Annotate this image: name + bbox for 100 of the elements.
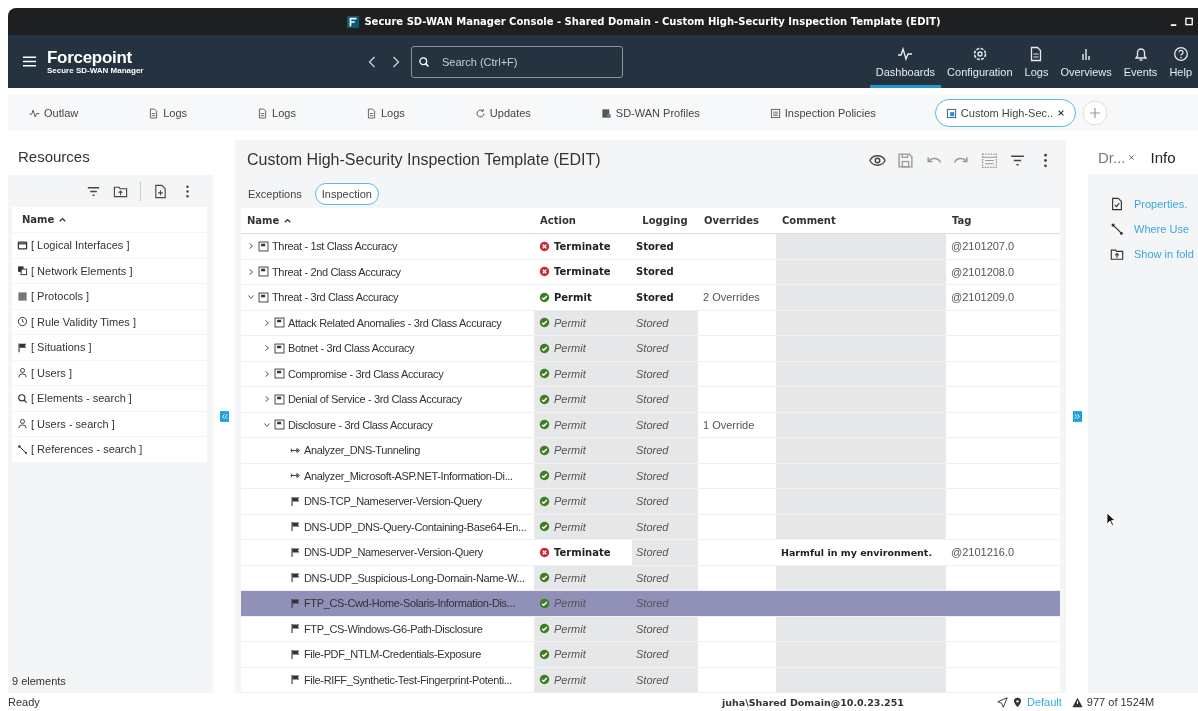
check-circle-icon xyxy=(539,572,550,584)
tab[interactable]: Info xyxy=(1150,148,1176,166)
action-text: Terminate xyxy=(554,240,611,252)
send-icon[interactable] xyxy=(997,696,1008,708)
column-header[interactable]: Tag xyxy=(946,208,1060,233)
resource-item[interactable]: [ Users - search ] xyxy=(12,411,207,436)
calendar-icon[interactable] xyxy=(981,151,998,169)
column-header[interactable]: Comment xyxy=(776,208,946,233)
collapse-left-icon[interactable] xyxy=(219,411,229,422)
user-icon xyxy=(17,418,28,430)
flag-icon xyxy=(290,572,301,584)
table-row[interactable]: Denial of Service - 3rd Class Accuracy Permit Stored xyxy=(241,387,1060,413)
action-text: Terminate xyxy=(554,266,611,278)
nav-item[interactable]: Overviews xyxy=(1054,35,1118,88)
tab[interactable]: Outlaw xyxy=(18,99,90,127)
column-header[interactable]: Name xyxy=(241,208,534,233)
table-row[interactable]: FTP_CS-Cwd-Home-Solaris-Information-Dis... Permit Stored xyxy=(241,591,1060,617)
nav-item[interactable]: Configuration xyxy=(941,35,1019,88)
resource-item[interactable]: [ Users ] xyxy=(12,360,207,385)
column-header[interactable]: Overrides xyxy=(698,208,776,233)
template-icon xyxy=(945,107,957,119)
table-row[interactable]: Threat - 3rd Class Accuracy Permit Stored 2 Overrides @2101209.0 xyxy=(241,285,1060,311)
table-row[interactable]: DNS-UDP_DNS-Query-Containing-Base64-En... Permit Stored xyxy=(241,514,1060,540)
table-row[interactable]: Attack Related Anomalies - 3rd Class Accuracy Permit Stored xyxy=(241,310,1060,336)
table-row[interactable]: File-RIFF_Synthetic-Test-Fingerprint-Potenti... Permit Stored xyxy=(241,667,1060,693)
expand-right-icon[interactable] xyxy=(1072,411,1082,422)
logging-text: Stored xyxy=(636,495,669,508)
table-row[interactable]: Botnet - 3rd Class Accuracy Permit Stored xyxy=(241,336,1060,362)
chevron-right-icon[interactable] xyxy=(263,318,271,327)
action-text: Terminate xyxy=(554,546,611,558)
check-circle-icon xyxy=(539,291,550,303)
column-header[interactable]: Logging xyxy=(632,208,698,233)
column-header[interactable]: Action xyxy=(534,208,632,233)
save-icon[interactable] xyxy=(897,151,914,169)
document-check-icon xyxy=(1110,196,1124,211)
chevron-right-icon[interactable] xyxy=(263,395,271,404)
flag-icon xyxy=(290,546,301,558)
editor-title: Custom High-Security Inspection Template (EDIT) xyxy=(247,151,601,169)
table-row[interactable]: Analyzer_DNS-Tunneling Permit Stored xyxy=(241,438,1060,464)
nav-item[interactable]: Dashboards xyxy=(869,35,942,88)
refresh-icon xyxy=(474,107,486,119)
tab[interactable]: Exceptions xyxy=(241,183,309,205)
chevron-right-icon[interactable] xyxy=(263,369,271,378)
chevron-down-icon[interactable] xyxy=(263,420,271,429)
resource-item[interactable]: [ Logical Interfaces ] xyxy=(12,233,207,258)
rule-name: Attack Related Anomalies - 3rd Class Accuracy xyxy=(288,316,502,329)
chevron-right-icon[interactable] xyxy=(263,344,271,353)
resource-item[interactable]: [ Network Elements ] xyxy=(12,258,207,283)
comment-text: Harmful in my environment. xyxy=(781,546,933,558)
tab[interactable]: SD-WAN Profiles xyxy=(589,99,711,127)
search-field[interactable]: Search (Ctrl+F) xyxy=(411,45,623,78)
resource-item[interactable]: [ Elements - search ] xyxy=(12,386,207,411)
table-row[interactable]: DNS-TCP_Nameserver-Version-Query Permit Stored xyxy=(241,489,1060,515)
table-row[interactable]: DNS-UDP_Nameserver-Version-Query Terminate Stored Harmful in my environment. @2101216.0 xyxy=(241,540,1060,566)
close-icon[interactable] xyxy=(1057,109,1066,117)
table-row[interactable]: FTP_CS-Windows-G6-Path-Disclosure Permit Stored xyxy=(241,616,1060,642)
table-row[interactable]: DNS-UDP_Suspicious-Long-Domain-Name-W... Permit Stored xyxy=(241,565,1060,591)
close-icon[interactable] xyxy=(1127,153,1135,161)
tab[interactable]: Logs xyxy=(246,99,307,127)
table-row[interactable]: Threat - 1st Class Accuracy Terminate Stored @2101207.0 xyxy=(241,234,1060,260)
chevron-right-icon[interactable] xyxy=(247,267,255,276)
search-icon xyxy=(17,392,28,404)
flag-box-icon xyxy=(274,317,285,329)
tab[interactable]: Updates xyxy=(463,99,542,127)
tab[interactable]: Logs xyxy=(354,99,416,127)
menu-icon[interactable] xyxy=(22,54,37,69)
check-circle-icon xyxy=(539,495,550,507)
logging-text: Stored xyxy=(636,367,669,380)
tab[interactable]: Inspection xyxy=(314,183,379,205)
user-icon xyxy=(17,367,28,379)
tag-text: @2101208.0 xyxy=(951,265,1015,278)
profile-icon xyxy=(600,107,612,119)
table-row[interactable]: File-PDF_NTLM-Credentials-Exposure Permit Stored xyxy=(241,642,1060,668)
tab[interactable]: Dr... xyxy=(1098,148,1135,166)
resource-item[interactable]: [ Situations ] xyxy=(12,335,207,360)
new-document-icon[interactable] xyxy=(153,183,168,199)
chevron-right-icon[interactable] xyxy=(247,242,255,251)
action-text: Permit xyxy=(554,648,586,661)
tab[interactable]: Custom High-Sec.. xyxy=(934,99,1077,127)
tab[interactable]: Logs xyxy=(137,99,199,127)
table-row[interactable]: Disclosure - 3rd Class Accuracy Permit Stored 1 Override xyxy=(241,412,1060,438)
resource-item[interactable]: [ Protocols ] xyxy=(12,284,207,309)
column-header[interactable]: Name xyxy=(12,207,207,232)
nav-item[interactable]: Logs xyxy=(1018,35,1055,88)
rule-name: Threat - 1st Class Accuracy xyxy=(272,240,398,253)
resource-item[interactable]: [ References - search ] xyxy=(12,437,207,462)
flag-box-icon xyxy=(258,291,269,303)
table-row[interactable]: Compromise - 3rd Class Accuracy Permit Stored xyxy=(241,361,1060,387)
nav-item[interactable]: Help xyxy=(1163,35,1198,88)
table-row[interactable]: Threat - 2nd Class Accuracy Terminate Stored @2101208.0 xyxy=(241,259,1060,285)
tab[interactable]: Inspection Policies xyxy=(758,99,887,127)
logging-text: Stored xyxy=(636,597,669,610)
analyzer-icon xyxy=(290,444,301,456)
nav-item[interactable]: Events xyxy=(1117,35,1164,88)
maximize-icon[interactable] xyxy=(1185,17,1194,26)
table-row[interactable]: Analyzer_Microsoft-ASP.NET-Information-Di... Permit Stored xyxy=(241,463,1060,489)
memory-text: 977 of 1524M xyxy=(1086,696,1155,708)
resource-item[interactable]: [ Rule Validity Times ] xyxy=(12,309,207,334)
rule-name: Threat - 2nd Class Accuracy xyxy=(272,265,401,278)
chevron-down-icon[interactable] xyxy=(247,293,255,302)
